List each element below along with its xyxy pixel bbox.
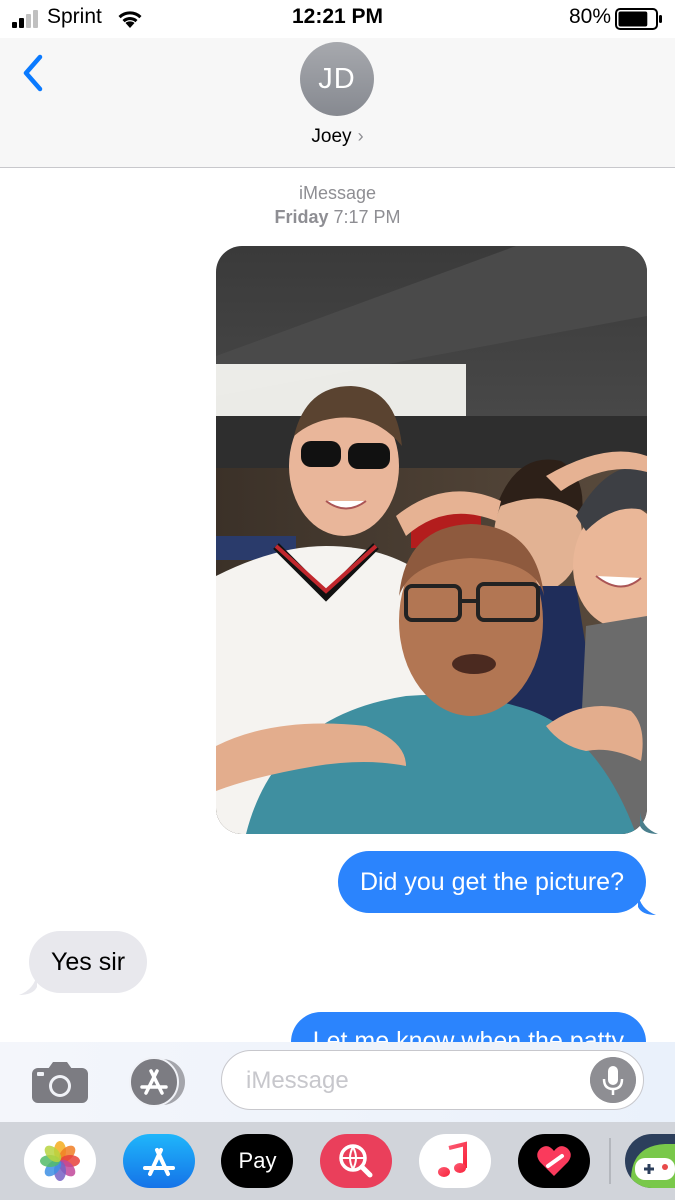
message-text: Did you get the picture? bbox=[359, 868, 624, 896]
contact-avatar[interactable]: JD bbox=[300, 42, 374, 116]
imessage-app-drawer: Pay bbox=[0, 1122, 675, 1200]
status-bar: Sprint 12:21 PM 80% bbox=[0, 0, 675, 38]
selfie-photo bbox=[216, 246, 647, 834]
web-search-app-button[interactable] bbox=[320, 1134, 392, 1188]
app-store-icon[interactable] bbox=[124, 1056, 192, 1108]
contact-name-button[interactable]: Joey › bbox=[0, 126, 675, 148]
timestamp-time: 7:17 PM bbox=[333, 207, 401, 227]
photos-app-button[interactable] bbox=[24, 1134, 96, 1188]
back-chevron-icon[interactable] bbox=[18, 52, 52, 94]
music-note-icon bbox=[438, 1141, 467, 1177]
photos-icon bbox=[40, 1141, 80, 1181]
message-text-field[interactable] bbox=[221, 1050, 644, 1110]
microphone-icon[interactable] bbox=[590, 1057, 636, 1103]
web-search-icon bbox=[339, 1144, 373, 1178]
message-input[interactable] bbox=[244, 1063, 578, 1099]
photo-bubble-tail bbox=[640, 812, 658, 834]
outgoing-bubble-tail bbox=[638, 893, 656, 915]
conversation-header: JD Joey › bbox=[0, 38, 675, 168]
photo-attachment[interactable] bbox=[216, 246, 647, 834]
incoming-bubble-tail bbox=[19, 973, 37, 995]
message-input-bar bbox=[0, 1042, 675, 1122]
app-store-icon bbox=[143, 1148, 175, 1176]
battery-icon bbox=[615, 8, 662, 30]
digital-touch-heart-icon bbox=[537, 1146, 571, 1176]
chevron-right-icon: › bbox=[357, 126, 364, 146]
apple-pay-label: Pay bbox=[238, 1148, 277, 1173]
message-text: Yes sir bbox=[51, 948, 126, 976]
message-timestamp: Friday 7:17 PM bbox=[0, 207, 675, 228]
service-label: iMessage bbox=[298, 183, 377, 203]
apple-pay-app-button[interactable]: Pay bbox=[221, 1134, 293, 1188]
outgoing-message-bubble[interactable]: Did you get the picture? bbox=[337, 851, 646, 913]
app-store-app-button[interactable] bbox=[123, 1134, 195, 1188]
music-app-button[interactable] bbox=[419, 1134, 491, 1188]
timestamp-day: Friday bbox=[274, 207, 329, 227]
game-app-button[interactable] bbox=[625, 1134, 675, 1188]
drawer-divider bbox=[609, 1138, 611, 1184]
apple-pay-icon: Pay bbox=[221, 1134, 293, 1188]
battery-percentage: 80% bbox=[568, 5, 611, 28]
camera-icon[interactable] bbox=[30, 1059, 90, 1105]
digital-touch-app-button[interactable] bbox=[518, 1134, 590, 1188]
incoming-message-bubble[interactable]: Yes sir bbox=[29, 931, 148, 993]
contact-name: Joey bbox=[311, 126, 352, 147]
game-app-icon bbox=[631, 1144, 675, 1188]
